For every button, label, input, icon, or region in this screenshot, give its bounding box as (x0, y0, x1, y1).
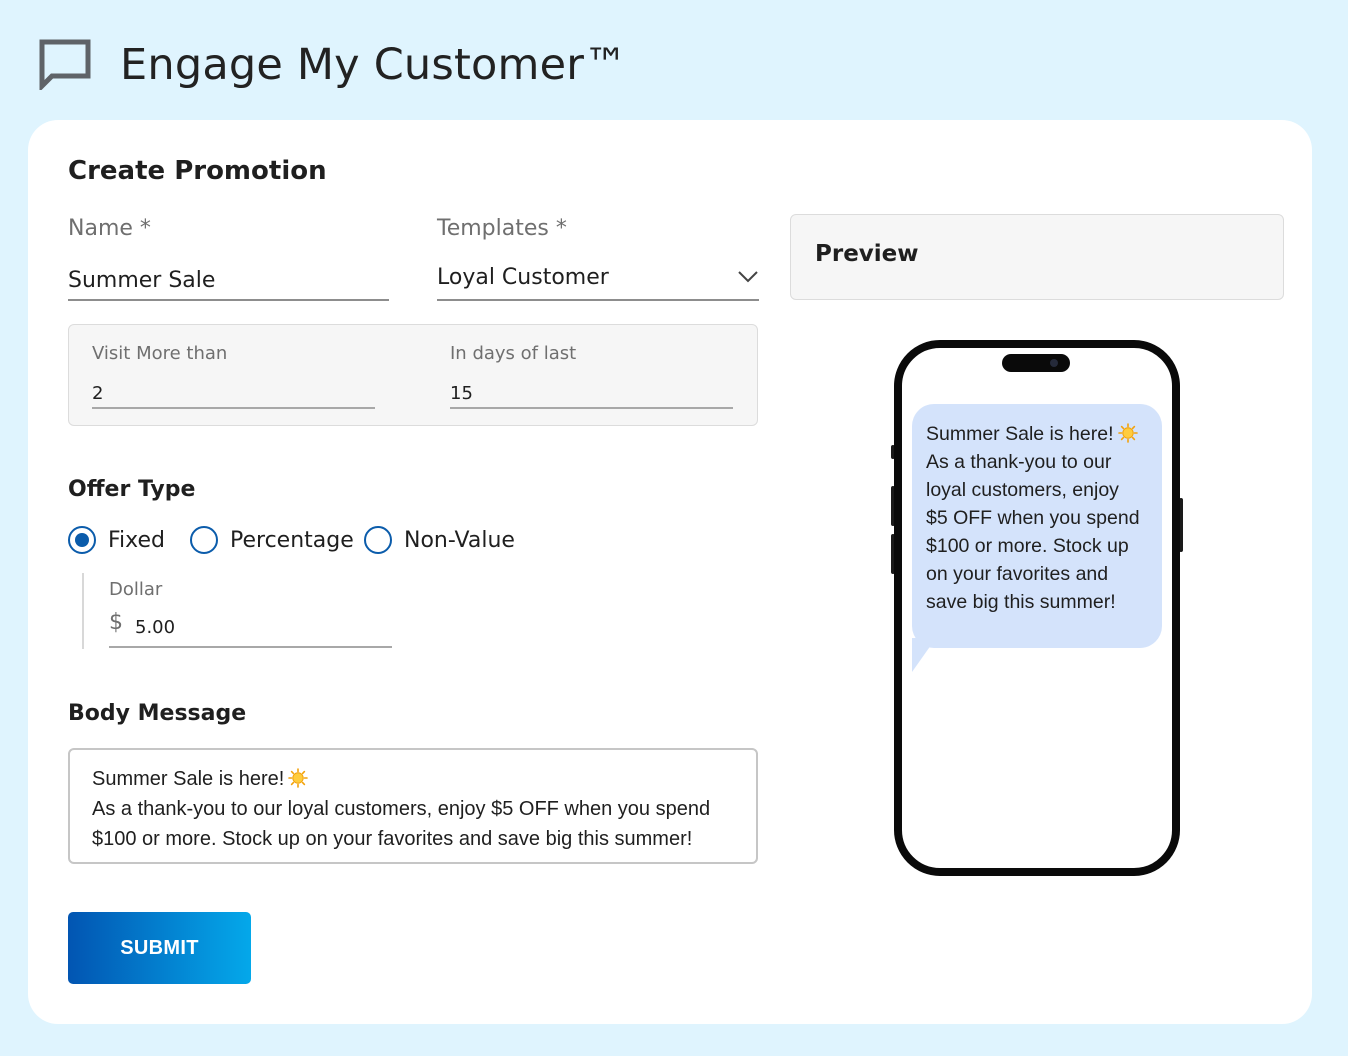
body-message-title: Body Message (68, 701, 247, 726)
promotion-card: Create Promotion Name * Templates * Loya… (28, 120, 1312, 1024)
preview-message-first-line: Summer Sale is here! (926, 423, 1114, 445)
preview-message-body: As a thank-you to our loyal customers, e… (926, 451, 1140, 613)
preview-header: Preview (790, 214, 1284, 300)
in-days-of-last-label: In days of last (450, 343, 577, 364)
name-label: Name * (68, 216, 151, 241)
radio-unchecked-icon (364, 526, 392, 554)
body-message-line-3: $100 or more. Stock up on your favorites… (92, 828, 693, 850)
dollar-label: Dollar (109, 579, 163, 600)
app-header: Engage My Customer™ (0, 0, 1348, 120)
name-input[interactable] (68, 262, 389, 301)
radio-label-non-value: Non-Value (404, 528, 515, 553)
camera-icon (1050, 359, 1058, 367)
message-bubble: Summer Sale is here! As a thank-you to o… (912, 404, 1162, 648)
body-message-line-1: Summer Sale is here! (92, 768, 285, 790)
chevron-down-icon (738, 271, 758, 283)
visit-more-than-label: Visit More than (92, 343, 228, 364)
body-message-line-2: As a thank-you to our loyal customers, e… (92, 798, 711, 820)
visit-more-than-input[interactable] (92, 379, 375, 409)
sun-emoji-icon (288, 768, 309, 788)
radio-unchecked-icon (190, 526, 218, 554)
offer-type-title: Offer Type (68, 477, 196, 502)
visit-criteria-panel: Visit More than In days of last (68, 324, 758, 426)
in-days-of-last-input[interactable] (450, 379, 733, 409)
submit-button[interactable]: SUBMIT (68, 912, 251, 984)
templates-label: Templates * (437, 216, 567, 241)
message-bubble-tail (912, 638, 936, 672)
phone-dynamic-island (1002, 354, 1070, 372)
sun-emoji-icon (1117, 423, 1138, 443)
dollar-symbol: $ (109, 610, 123, 635)
body-message-textarea[interactable]: Summer Sale is here! As a thank-you to o… (68, 748, 758, 864)
templates-selected-value: Loyal Customer (437, 265, 609, 290)
dollar-input[interactable] (135, 612, 375, 642)
radio-checked-icon (68, 526, 96, 554)
form-title: Create Promotion (68, 156, 327, 186)
dollar-indent-divider (82, 573, 84, 649)
app-title: Engage My Customer™ (120, 40, 628, 90)
phone-preview: Summer Sale is here! As a thank-you to o… (894, 340, 1180, 876)
radio-label-percentage: Percentage (230, 528, 354, 553)
chat-bubble-icon (39, 39, 91, 90)
dollar-field: $ (109, 610, 392, 648)
preview-title: Preview (815, 241, 919, 267)
radio-label-fixed: Fixed (108, 528, 166, 553)
templates-select[interactable]: Loyal Customer (437, 264, 759, 301)
